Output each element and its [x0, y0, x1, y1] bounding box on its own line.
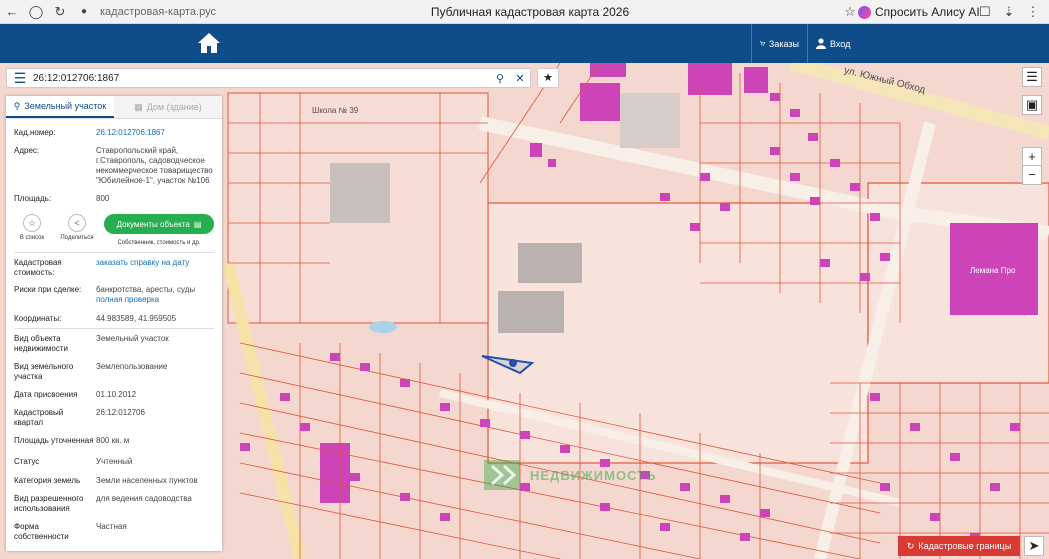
object-type-label: Вид объекта недвижимости	[14, 334, 68, 353]
navigation-arrow-icon: ➤	[1028, 538, 1040, 553]
alice-label: Спросить Алису AI	[875, 5, 980, 19]
bookmark-add-icon[interactable]: ☐	[973, 0, 997, 24]
tab-land-plot[interactable]: ⚲ Земельный участок	[6, 96, 114, 118]
object-type-value: Земельный участок	[96, 334, 169, 343]
map-icon: ▣	[1025, 97, 1039, 112]
app-header: Заказы Вход	[0, 24, 1049, 63]
refresh-icon: ↻	[906, 540, 915, 551]
alice-button[interactable]: Спросить Алису AI	[858, 3, 980, 21]
plot-marker-icon	[509, 359, 517, 367]
menu-icon[interactable]: ☰	[7, 70, 33, 87]
permitted-use-label: Вид разрешенного использования	[14, 494, 84, 513]
share-button[interactable]: < Поделиться	[54, 214, 100, 241]
coords-label: Координаты:	[14, 314, 62, 323]
orders-button[interactable]: Заказы	[751, 24, 807, 63]
back-icon[interactable]: ←	[0, 0, 24, 24]
plot-type-value: Землепользование	[96, 362, 168, 371]
docs-label: Документы объекта	[116, 219, 190, 229]
watermark-text: НЕДВИЖИМОСТЬ	[530, 467, 657, 483]
yandex-icon[interactable]: ◯	[24, 0, 48, 24]
assign-date-label: Дата присвоения	[14, 390, 78, 399]
store-label: Лемана Про	[970, 266, 1016, 275]
tab-building[interactable]: ▦ Дом (здание)	[114, 96, 222, 118]
panel-tabs: ⚲ Земельный участок ▦ Дом (здание)	[6, 96, 222, 119]
quarter-value: 26:12:012706	[96, 408, 145, 417]
orders-label: Заказы	[768, 38, 799, 49]
risks-label: Риски при сделке:	[14, 285, 82, 294]
layers-button[interactable]: ☰	[1022, 67, 1042, 87]
reload-icon[interactable]: ↻	[48, 0, 72, 24]
coords-value: 44.983589, 41.959505	[96, 314, 177, 323]
cad-number-label: Кад.номер:	[14, 128, 56, 137]
watermark: НЕДВИЖИМОСТЬ	[484, 460, 656, 490]
ownership-label: Форма собственности	[14, 522, 69, 541]
permitted-use-value: для ведения садоводства	[96, 494, 192, 503]
login-label: Вход	[830, 38, 851, 49]
specified-area-value: 800 кв. м	[96, 436, 130, 445]
cadastral-borders-button[interactable]: ↻ Кадастровые границы	[898, 536, 1020, 556]
address-bar[interactable]: кадастровая-карта.рус	[100, 6, 320, 18]
star-icon: ★	[543, 72, 553, 84]
close-icon[interactable]: ✕	[510, 72, 530, 85]
docs-subtitle: Собственник, стоимость и др.	[117, 240, 201, 246]
risks-value: банкротства, аресты, суды	[96, 285, 196, 294]
divider	[14, 328, 214, 329]
divider	[14, 252, 214, 253]
pin-icon: ⚲	[13, 100, 21, 111]
quarter-label: Кадастровый квартал	[14, 408, 64, 427]
locate-button[interactable]: ➤	[1024, 536, 1044, 556]
favorite-button[interactable]: ★	[537, 68, 559, 88]
bookmark-icon[interactable]: ☆	[838, 0, 862, 24]
basemap-button[interactable]: ▣	[1022, 95, 1042, 115]
zoom-out-button[interactable]: −	[1022, 165, 1042, 185]
area-label: Площадь:	[14, 194, 52, 203]
cadastral-borders-label: Кадастровые границы	[918, 541, 1012, 551]
address-label: Адрес:	[14, 146, 40, 155]
plot-type-label: Вид земельного участка	[14, 362, 74, 381]
full-check-link[interactable]: полная проверка	[96, 295, 216, 305]
search-input[interactable]: 26:12:012706:1867	[33, 73, 490, 84]
status-value: Учтенный	[96, 457, 133, 466]
address-value: Ставропольский край, г.Ставрополь, садов…	[96, 146, 213, 185]
share-icon: <	[68, 214, 86, 232]
building-icon: ▦	[134, 101, 143, 112]
layers-icon: ☰	[1026, 69, 1038, 84]
land-category-value: Земли населенных пунктов	[96, 476, 198, 485]
actions-bar: ☆ В список < Поделиться Документы объект…	[12, 214, 222, 250]
share-label: Поделиться	[60, 235, 94, 241]
zoom-in-button[interactable]: +	[1022, 147, 1042, 167]
add-to-list-button[interactable]: ☆ В список	[12, 214, 52, 241]
menu-dots-icon[interactable]: ⋮	[1021, 0, 1045, 24]
ownership-value: Частная	[96, 522, 127, 531]
watermark-logo-icon	[484, 460, 520, 490]
assign-date-value: 01.10.2012	[96, 390, 137, 399]
search-bar: ☰ 26:12:012706:1867 ⚲ ✕	[6, 68, 531, 88]
land-category-label: Категория земель	[14, 476, 81, 485]
lock-icon: ●	[80, 6, 88, 17]
tab-label: Земельный участок	[24, 101, 107, 111]
document-icon: ▤	[193, 219, 202, 229]
download-icon[interactable]: ⇣	[997, 0, 1021, 24]
object-info-panel: ⚲ Земельный участок ▦ Дом (здание) Кад.н…	[6, 96, 222, 551]
area-value: 800	[96, 194, 110, 203]
cad-value-label: Кадастровая стоимость:	[14, 258, 62, 277]
status-label: Статус	[14, 457, 40, 466]
cad-value-link[interactable]: заказать справку на дату	[96, 258, 216, 268]
add-to-list-label: В список	[19, 235, 45, 241]
user-icon	[816, 38, 826, 49]
cart-icon	[760, 41, 765, 46]
page-title: Публичная кадастровая карта 2026	[430, 4, 630, 19]
login-button[interactable]: Вход	[807, 24, 1047, 63]
home-button[interactable]	[196, 30, 222, 56]
object-documents-button[interactable]: Документы объекта ▤	[104, 214, 214, 234]
star-outline-icon: ☆	[23, 214, 41, 232]
specified-area-label: Площадь уточненная	[14, 436, 94, 445]
cad-number-value[interactable]: 26:12:012706:1867	[96, 128, 216, 138]
tab-label: Дом (здание)	[146, 102, 202, 112]
school-label: Школа № 39	[312, 106, 359, 115]
search-icon[interactable]: ⚲	[490, 72, 510, 85]
browser-toolbar: ← ◯ ↻ ● кадастровая-карта.рус Публичная …	[0, 0, 1049, 24]
home-icon	[198, 33, 220, 53]
